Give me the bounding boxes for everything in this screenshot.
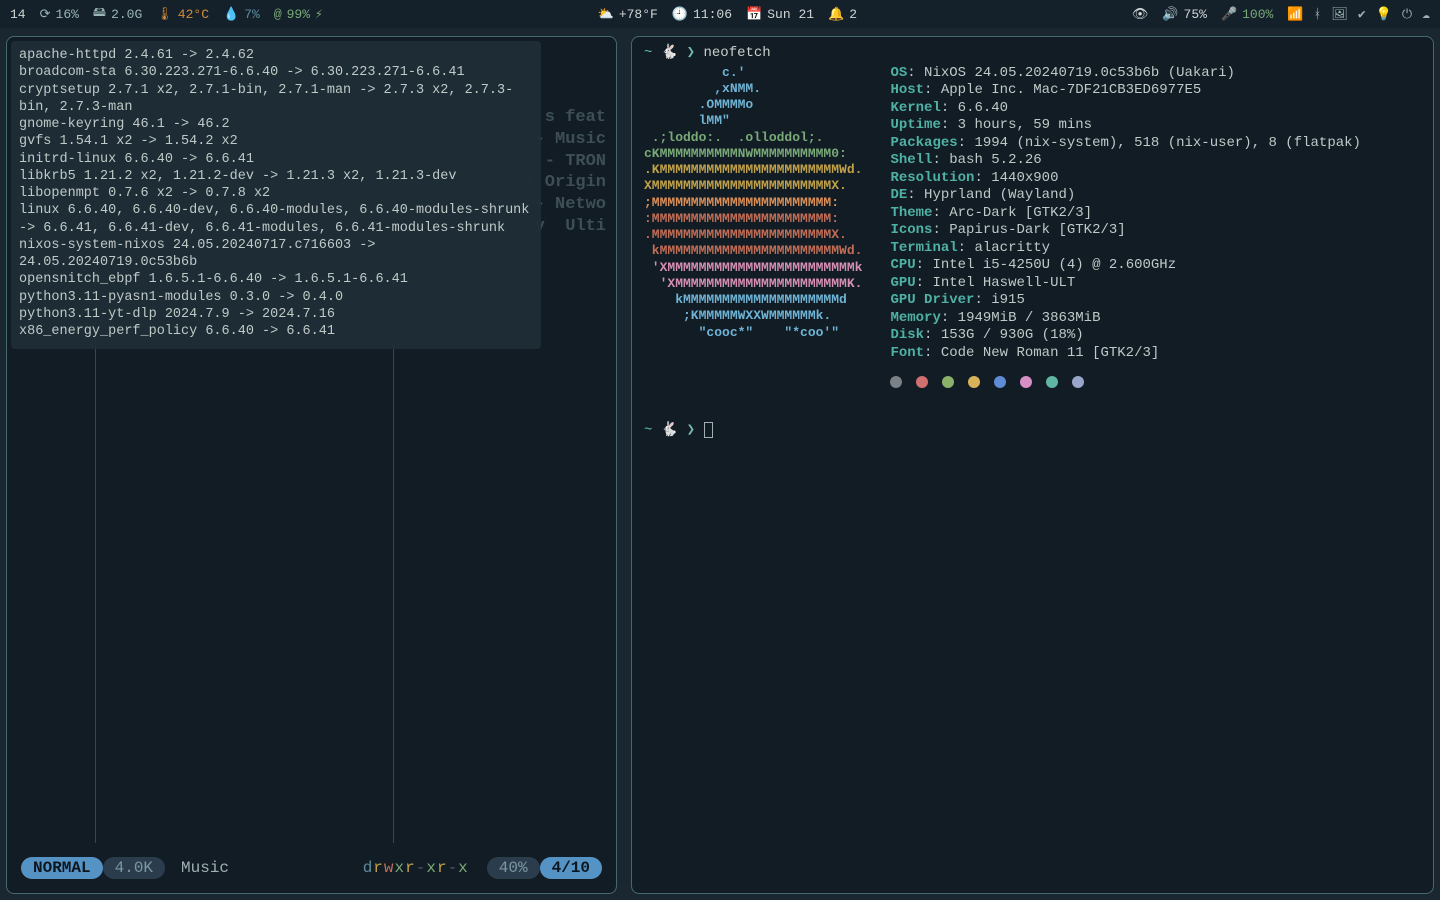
neofetch-logo: c.' ,xNMM. .OMMMMo lMM" .;loddo:. .ollod… bbox=[644, 65, 862, 341]
humidity-value: 7% bbox=[244, 7, 260, 22]
mic-icon: 🎤 bbox=[1221, 7, 1237, 22]
disk-module[interactable]: 🖴 2.0G bbox=[93, 3, 142, 25]
prompt-cwd: ~ bbox=[644, 423, 652, 439]
date-module[interactable]: 📅 Sun 21 bbox=[746, 7, 814, 22]
check-icon[interactable]: ✔ bbox=[1358, 7, 1366, 22]
prompt-command: neofetch bbox=[704, 45, 771, 61]
refresh-icon: ⟳ bbox=[40, 7, 51, 22]
neofetch-info: OS: NixOS 24.05.20240719.0c53b6b (Uakari… bbox=[890, 65, 1360, 363]
color-swatch bbox=[1020, 376, 1032, 388]
temp-module[interactable]: 🌡 42°C bbox=[156, 7, 209, 22]
color-swatch bbox=[968, 376, 980, 388]
updates-notification[interactable]: apache-httpd 2.4.61 -> 2.4.62 broadcom-s… bbox=[11, 41, 541, 349]
prompt-symbol: 🐇 bbox=[661, 45, 678, 61]
bulb-icon[interactable]: 💡 bbox=[1376, 7, 1392, 22]
notification-module[interactable]: 🔔 2 bbox=[828, 7, 857, 22]
ranger-statusbar: NORMAL 4.0K Music drwxr-xr-x 40% 4/10 bbox=[21, 855, 602, 881]
color-swatch bbox=[1046, 376, 1058, 388]
bluetooth-icon[interactable]: ᚼ bbox=[1314, 7, 1322, 22]
weather-icon: ⛅ bbox=[598, 7, 614, 22]
color-swatch bbox=[916, 376, 928, 388]
notif-count: 2 bbox=[849, 7, 857, 22]
wifi-icon[interactable]: 📶 bbox=[1287, 7, 1303, 22]
at-icon: @ bbox=[274, 7, 282, 22]
prompt-line-1: ~ 🐇 ❯ neofetch bbox=[632, 37, 1433, 63]
ranger-permissions: drwxr-xr-x bbox=[363, 858, 469, 878]
disk-icon: 🖴 bbox=[93, 3, 106, 25]
ranger-scroll-pct: 40% bbox=[487, 857, 540, 879]
updates-module[interactable]: ⟳ 16% bbox=[40, 7, 79, 22]
prompt-arrow-icon: ❯ bbox=[687, 423, 695, 439]
weather-value: +78°F bbox=[619, 7, 658, 22]
bell-icon: 🔔 bbox=[828, 7, 844, 22]
weather-module[interactable]: ⛅ +78°F bbox=[598, 7, 658, 22]
cursor bbox=[704, 422, 713, 438]
clock-module[interactable]: 🕘 11:06 bbox=[672, 7, 732, 22]
updates-pct: 16% bbox=[56, 7, 79, 22]
neofetch-output: c.' ,xNMM. .OMMMMo lMM" .;loddo:. .ollod… bbox=[632, 63, 1433, 389]
mic-value: 100% bbox=[1242, 7, 1273, 22]
calendar-icon: 📅 bbox=[746, 7, 762, 22]
picture-icon[interactable]: 🖼 bbox=[1331, 7, 1348, 22]
terminal-ranger[interactable]: s feat - Music - TRON - Origin - Netwo y… bbox=[6, 36, 617, 894]
prompt-line-2[interactable]: ~ 🐇 ❯ bbox=[632, 414, 1433, 440]
bolt-icon: ⚡ bbox=[315, 7, 323, 22]
temp-value: 42°C bbox=[178, 7, 209, 22]
eye-icon: 👁 bbox=[1132, 7, 1149, 22]
prompt-symbol: 🐇 bbox=[661, 423, 678, 439]
color-swatch bbox=[1072, 376, 1084, 388]
speaker-icon: 🔊 bbox=[1162, 7, 1178, 22]
terminal-neofetch[interactable]: ~ 🐇 ❯ neofetch c.' ,xNMM. .OMMMMo lMM" .… bbox=[631, 36, 1434, 894]
ranger-position: 4/10 bbox=[540, 857, 602, 879]
prompt-cwd: ~ bbox=[644, 45, 652, 61]
prompt-arrow-icon: ❯ bbox=[687, 45, 695, 61]
power-icon[interactable]: ⏻ bbox=[1402, 7, 1412, 22]
color-swatch bbox=[890, 376, 902, 388]
thermometer-icon: 🌡 bbox=[156, 7, 173, 22]
date-value: Sun 21 bbox=[767, 7, 814, 22]
humidity-module[interactable]: 💧 7% bbox=[223, 7, 260, 22]
neofetch-swatches bbox=[890, 376, 1360, 388]
tray: 📶 ᚼ 🖼 ✔ 💡 ⏻ ☁ bbox=[1287, 7, 1430, 22]
tiling-area: s feat - Music - TRON - Origin - Netwo y… bbox=[6, 36, 1434, 894]
ranger-mode: NORMAL bbox=[21, 857, 103, 879]
clock-value: 11:06 bbox=[693, 7, 732, 22]
clock-icon: 🕘 bbox=[672, 7, 688, 22]
waybar: 14 ⟳ 16% 🖴 2.0G 🌡 42°C 💧 7% @ 99% ⚡ ⛅ +7… bbox=[0, 0, 1440, 28]
droplet-icon: 💧 bbox=[223, 7, 239, 22]
color-swatch bbox=[942, 376, 954, 388]
mic-module[interactable]: 🎤 100% bbox=[1221, 7, 1273, 22]
volume-value: 75% bbox=[1184, 7, 1207, 22]
mem-value: 2.0G bbox=[111, 7, 142, 22]
battery-value: 99% bbox=[287, 7, 310, 22]
eye-module[interactable]: 👁 bbox=[1132, 7, 1149, 22]
cloud-icon[interactable]: ☁ bbox=[1422, 7, 1430, 22]
ranger-dir: Music bbox=[165, 858, 245, 878]
color-swatch bbox=[994, 376, 1006, 388]
workspace-indicator[interactable]: 14 bbox=[10, 7, 26, 22]
battery-module[interactable]: @ 99% ⚡ bbox=[274, 7, 323, 22]
volume-module[interactable]: 🔊 75% bbox=[1162, 7, 1207, 22]
ranger-size: 4.0K bbox=[103, 857, 165, 879]
